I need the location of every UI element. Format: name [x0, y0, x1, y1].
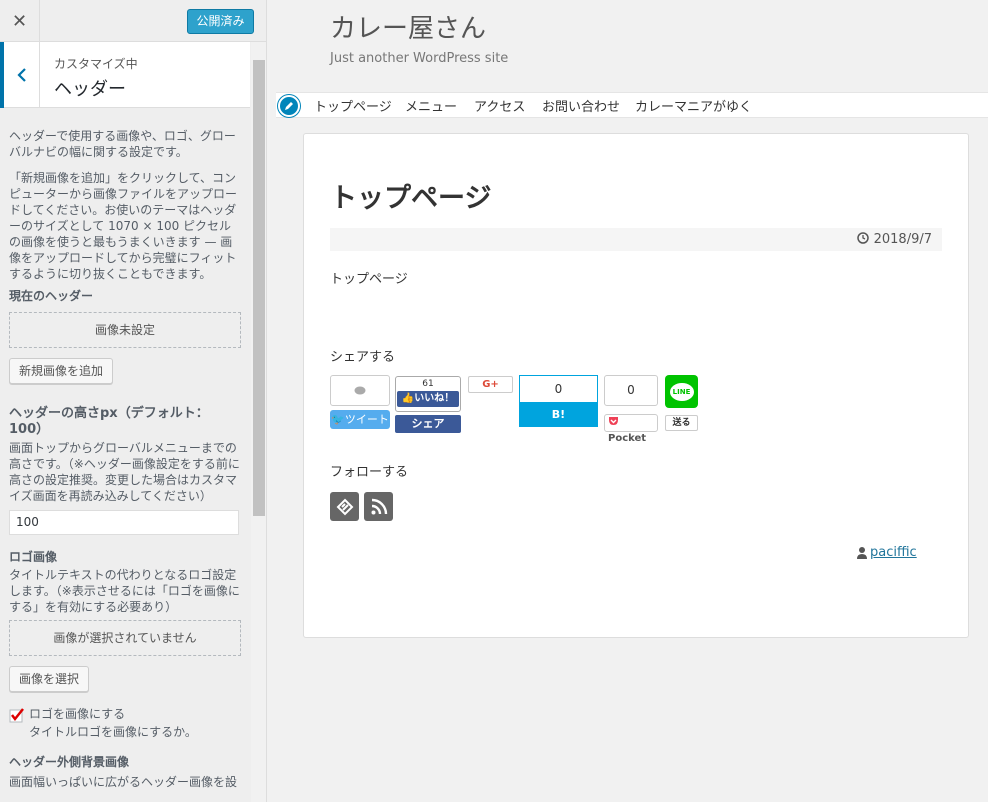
edit-shortcut[interactable] [278, 95, 300, 117]
tweet-button[interactable]: 🐦ツイート [330, 410, 390, 429]
post-body: トップページ [330, 272, 408, 287]
post-title: トップページ [330, 183, 492, 214]
thumbs-up-icon: 👍 [401, 393, 415, 404]
facebook-like-count: 61 [422, 379, 434, 389]
add-new-image-button[interactable]: 新規画像を追加 [9, 358, 114, 384]
close-button[interactable]: ✕ [0, 0, 40, 42]
twitter-count-box [330, 375, 390, 406]
nav-item-top[interactable]: トップページ [314, 96, 392, 115]
pocket-icon [609, 417, 618, 425]
facebook-like-button[interactable]: 👍いいね！ [397, 391, 459, 407]
user-icon [857, 547, 867, 559]
outer-bg-description: 画面幅いっぱいに広がるヘッダー画像を設 [9, 775, 238, 789]
follow-heading: フォローする [330, 465, 409, 480]
scrollbar-thumb[interactable] [253, 60, 265, 516]
breadcrumb: カスタマイズ中 [54, 57, 138, 71]
site-tagline: Just another WordPress site [330, 51, 509, 66]
post-date-bar: 2018/9/7 [330, 228, 942, 251]
rss-follow-button[interactable] [364, 492, 393, 521]
logo-image-placeholder: 画像が選択されていません [9, 620, 241, 656]
site-title[interactable]: カレー屋さん [330, 8, 486, 45]
nav-item-curry-mania[interactable]: カレーマニアがゆく [635, 96, 752, 115]
section-description: ヘッダーで使用する画像や、ロゴ、グローバルナビの幅に関する設定です。 [9, 129, 236, 159]
twitter-bird-icon: 🐦 [331, 413, 345, 426]
clock-icon [857, 232, 870, 244]
nav-item-menu[interactable]: メニュー [405, 96, 457, 115]
current-header-placeholder: 画像未設定 [9, 312, 241, 348]
line-icon-button[interactable]: LINE [665, 375, 698, 408]
site-preview: カレー屋さん Just another WordPress site トップペー… [268, 0, 988, 802]
header-image-description: 「新規画像を追加」をクリックして、コンピューターから画像ファイルをアップロードし… [9, 171, 238, 281]
current-header-label: 現在のヘッダー [9, 289, 94, 303]
select-image-button[interactable]: 画像を選択 [9, 666, 90, 692]
pocket-count: 0 [604, 375, 658, 406]
gplus-button[interactable]: G+ [468, 376, 513, 393]
logo-checkbox[interactable] [9, 707, 25, 723]
section-panel: ヘッダーで使用する画像や、ロゴ、グローバルナビの幅に関する設定です。 「新規画像… [9, 128, 241, 790]
logo-checkbox-label: ロゴを画像にする [29, 707, 126, 721]
logo-checkbox-description: タイトルロゴを画像にするか。 [29, 725, 197, 739]
line-logo-icon: LINE [669, 382, 694, 401]
share-heading: シェアする [330, 350, 396, 365]
logo-image-description: タイトルテキストの代わりとなるロゴ設定します。（※表示させるには「ロゴを画像にす… [9, 568, 240, 614]
nav-item-access[interactable]: アクセス [474, 96, 525, 115]
header-height-label: ヘッダーの高さpx（デフォルト：100） [9, 406, 209, 437]
feedly-follow-button[interactable] [330, 492, 359, 521]
customizer-sidebar: ✕ 公開済み カスタマイズ中 ヘッダー ヘッダーで使用する画像や、ロゴ、グローバ… [0, 0, 267, 802]
header-height-input[interactable]: 100 [9, 510, 239, 535]
header-height-description: 画面トップからグローバルメニューまでの高さです。（※ヘッダー画像設定をする前に高… [9, 441, 240, 503]
hatena-bookmark-button[interactable]: B! Bookmark [519, 402, 598, 446]
pocket-button[interactable]: Pocket [604, 414, 658, 444]
chevron-left-icon [16, 68, 26, 82]
logo-image-label: ロゴ画像 [9, 550, 58, 564]
line-send-button[interactable]: 送る [665, 415, 698, 431]
post-date: 2018/9/7 [873, 232, 932, 247]
author-link[interactable]: paciffic [870, 545, 917, 560]
rss-icon [371, 498, 387, 514]
back-button[interactable] [0, 42, 40, 108]
pencil-icon [285, 102, 293, 110]
close-icon: ✕ [11, 10, 28, 32]
nav-item-contact[interactable]: お問い合わせ [542, 96, 620, 115]
publish-button[interactable]: 公開済み [187, 9, 254, 34]
feedly-icon [336, 498, 353, 515]
customizer-topbar: ✕ 公開済み [0, 0, 266, 42]
comment-icon [354, 386, 366, 395]
section-title: ヘッダー [54, 79, 126, 100]
hatena-count: 0 [519, 375, 598, 402]
section-header: カスタマイズ中 ヘッダー [0, 42, 250, 108]
facebook-share-button[interactable]: シェア [395, 415, 461, 433]
logo-checkbox-row: ロゴを画像にする タイトルロゴを画像にするか。 [9, 706, 241, 742]
facebook-like-box: 61 👍いいね！ [395, 376, 461, 412]
outer-bg-label: ヘッダー外側背景画像 [9, 755, 130, 769]
